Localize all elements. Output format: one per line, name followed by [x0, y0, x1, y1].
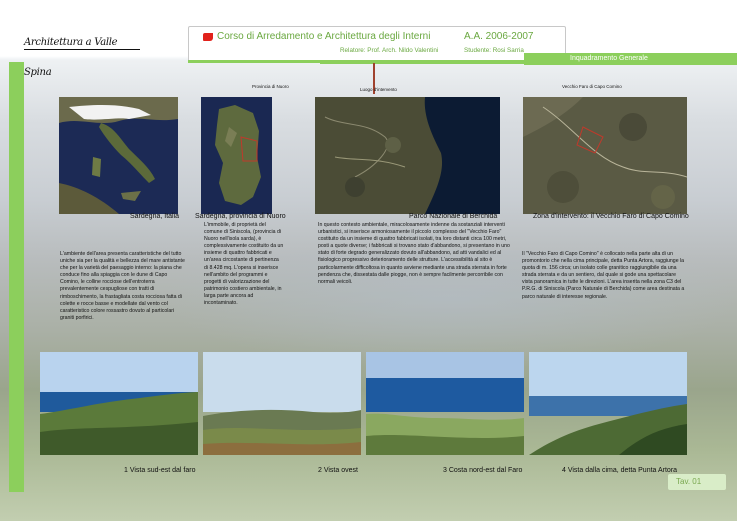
photo-sud-est: [40, 352, 198, 455]
tag-nuoro: Provincia di Nuoro: [252, 84, 289, 89]
studente: Studente: Rosi Sarria: [464, 47, 524, 54]
caption-map-1: Sardegna, Italia: [130, 213, 180, 220]
academic-year: A.A. 2006-2007: [464, 31, 534, 42]
photo-nord-est: [366, 352, 524, 455]
caption-map-2: Sardegna, provincia di Nuoro: [195, 213, 286, 220]
left-accent-bar: [9, 62, 24, 492]
flag-icon: [203, 33, 213, 41]
caption-photo-3: 3 Costa nord-est dal Faro: [443, 467, 523, 474]
section-title: Inquadramento Generale: [524, 53, 737, 65]
map-sardegna: [201, 97, 272, 214]
caption-map-3: Parco Nazionale di Berchida: [409, 213, 498, 220]
tag-faro: Vecchio Faro di Capo Comino: [562, 84, 622, 89]
map-italy: [59, 97, 178, 214]
map-faro-zone: [523, 97, 687, 214]
relatore: Relatore: Prof. Arch. Nildo Valentini: [340, 47, 439, 54]
caption-map-4: Zona d'intervento: il Vecchio Faro di Ca…: [533, 213, 689, 220]
caption-photo-2: 2 Vista ovest: [318, 467, 358, 474]
text-contesto: In questo contesto ambientale, miracolos…: [318, 222, 510, 285]
caption-photo-4: 4 Vista dalla cima, detta Punta Artora: [562, 467, 678, 474]
map-berchida: [315, 97, 500, 214]
logo: Architettura a Valle Spina: [24, 28, 140, 78]
tag-intervento: Luogo d'intervento: [360, 87, 397, 92]
text-vecchio-faro: Il "Vecchio Faro di Capo Comino" è collo…: [522, 251, 685, 300]
caption-photo-1: 1 Vista sud-est dal faro: [124, 467, 196, 474]
photo-ovest: [203, 352, 361, 455]
course-title: Corso di Arredamento e Architettura degl…: [217, 31, 431, 42]
table-number-badge: Tav. 01: [668, 474, 726, 490]
header-divider-left: [188, 60, 320, 63]
photo-punta-artora: [529, 352, 687, 455]
text-immobile: L'immobile, di proprietà del comune di S…: [204, 222, 284, 307]
text-ambiente: L'ambiente dell'area presenta caratteris…: [60, 251, 185, 321]
